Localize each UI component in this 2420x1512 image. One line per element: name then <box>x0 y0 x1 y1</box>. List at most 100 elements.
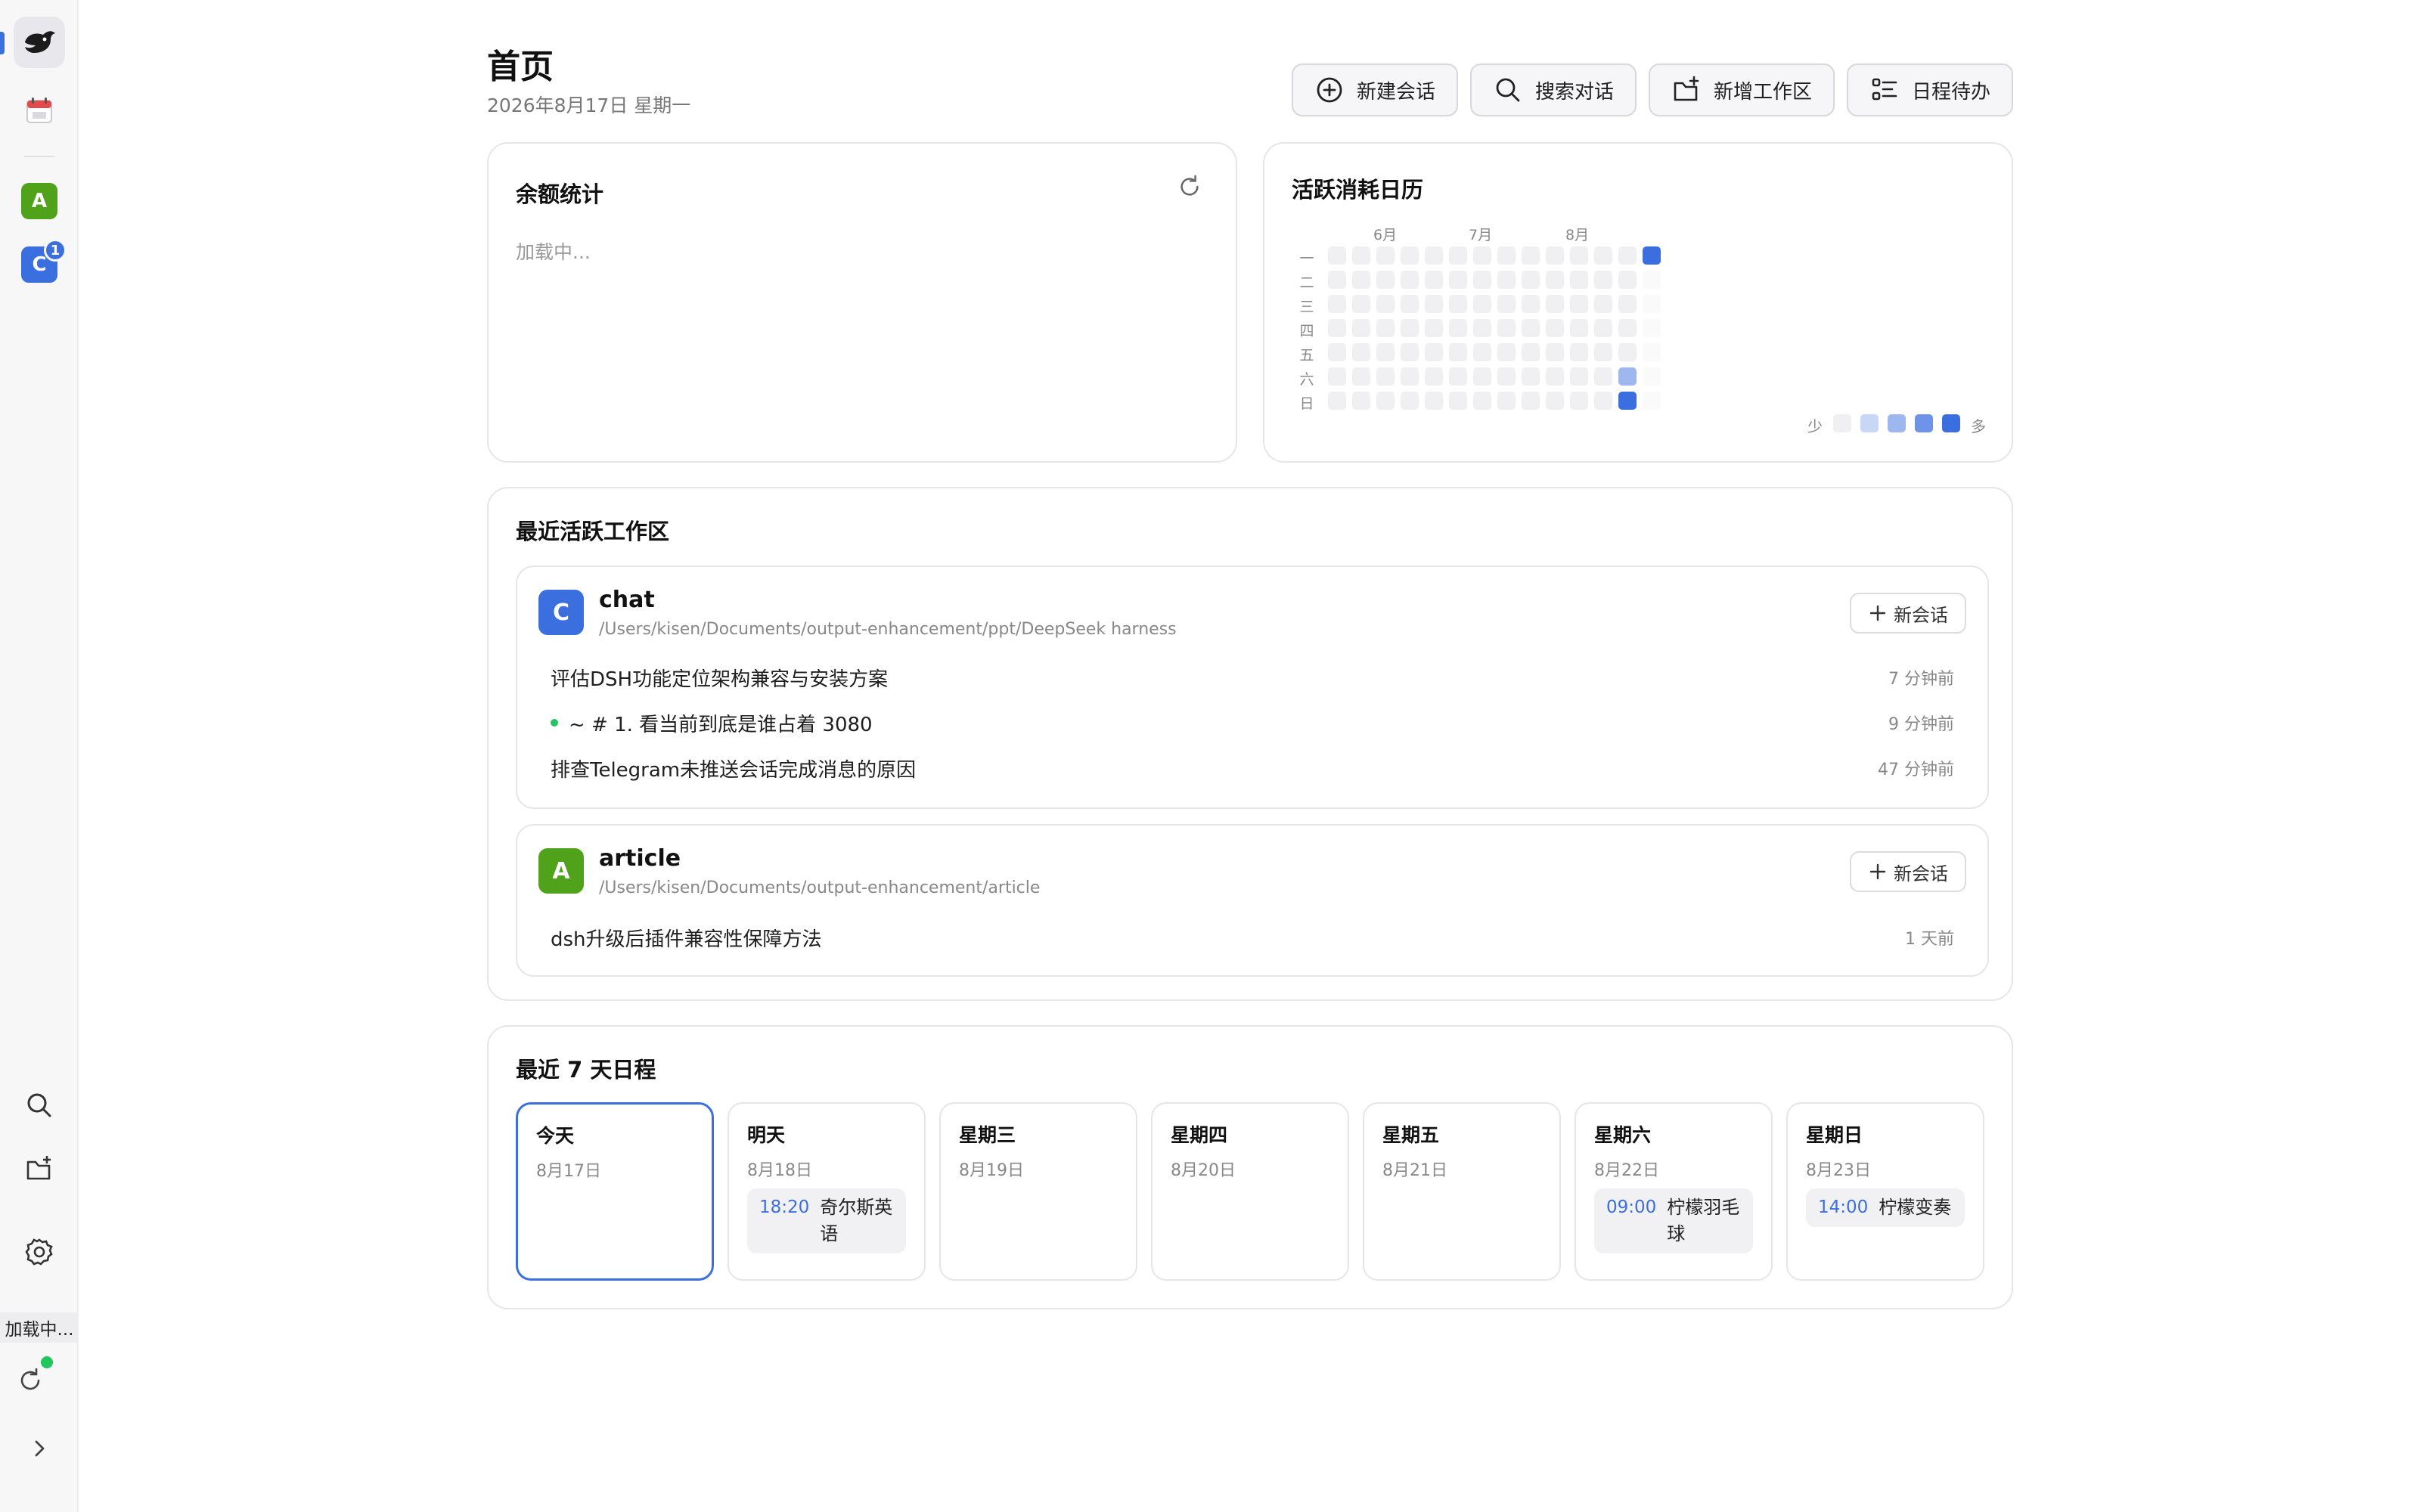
heatmap-cell <box>1401 246 1419 265</box>
heatmap-cell <box>1594 319 1612 337</box>
heatmap-cell <box>1473 246 1491 265</box>
heatmap-cell <box>1618 367 1637 386</box>
heatmap-cell <box>1522 343 1540 361</box>
folder-plus-icon <box>26 1156 51 1180</box>
day-name: 星期六 <box>1594 1124 1652 1146</box>
session-item[interactable]: ~ # 1. 看当前到底是谁占着 3080 9 分钟前 <box>551 708 1954 738</box>
new-session-button[interactable]: 新会话 <box>1850 851 1966 892</box>
heatmap-cell <box>1425 246 1443 265</box>
workspace-card-chat[interactable]: C chat /Users/kisen/Documents/output-enh… <box>516 565 1989 809</box>
schedule-event[interactable]: 09:00 柠檬羽毛球 <box>1594 1188 1753 1253</box>
heatmap-cell <box>1328 343 1346 361</box>
heatmap-cell <box>1425 295 1443 313</box>
sidebar-expand-button[interactable] <box>14 1423 65 1474</box>
heatmap-cell <box>1497 295 1516 313</box>
sidebar: A C 1 加载中... <box>0 0 79 1512</box>
session-title-wrap: ~ # 1. 看当前到底是谁占着 3080 <box>551 709 873 737</box>
folder-plus-icon <box>1674 76 1699 101</box>
schedule-todo-label: 日程待办 <box>1911 80 1990 104</box>
sidebar-new-workspace-button[interactable] <box>14 1143 65 1194</box>
session-time: 47 分钟前 <box>1878 761 1954 779</box>
heatmap-cell <box>1376 392 1395 410</box>
heatmap-cell <box>1352 295 1370 313</box>
heatmap-cell <box>1546 392 1564 410</box>
day-card-tomorrow[interactable]: 明天 8月18日 18:20 奇尔斯英语 <box>728 1102 926 1281</box>
plus-icon <box>1869 863 1886 880</box>
event-title: 奇尔斯英语 <box>820 1197 893 1244</box>
sidebar-settings-button[interactable] <box>14 1226 65 1278</box>
heatmap-cell <box>1570 319 1588 337</box>
sidebar-search-button[interactable] <box>14 1080 65 1131</box>
day-date: 8月17日 <box>536 1162 601 1181</box>
day-date: 8月22日 <box>1594 1161 1659 1180</box>
session-item[interactable]: 评估DSH功能定位架构兼容与安装方案 7 分钟前 <box>551 662 1954 692</box>
heatmap-cell <box>1497 319 1516 337</box>
session-time: 9 分钟前 <box>1888 715 1954 734</box>
heatmap-cell <box>1376 367 1395 386</box>
heatmap-cell <box>1376 246 1395 265</box>
balance-loading-text: 加载中... <box>516 241 591 263</box>
refresh-icon[interactable] <box>1177 174 1202 200</box>
balance-title: 余额统计 <box>516 181 604 207</box>
day-card-sunday[interactable]: 星期日 8月23日 14:00 柠檬变奏 <box>1786 1102 1984 1281</box>
session-item[interactable]: dsh升级后插件兼容性保障方法 1 天前 <box>551 922 1954 953</box>
day-card-today[interactable]: 今天 8月17日 <box>516 1102 714 1281</box>
workspace-avatar: A <box>21 183 57 219</box>
schedule-event[interactable]: 18:20 奇尔斯英语 <box>747 1188 906 1253</box>
session-time: 7 分钟前 <box>1888 670 1954 689</box>
heatmap-cell <box>1618 295 1637 313</box>
heatmap-cell <box>1522 246 1540 265</box>
schedule-event[interactable]: 14:00 柠檬变奏 <box>1806 1188 1965 1227</box>
legend-more: 多 <box>1971 417 1986 435</box>
calendar-nav-button[interactable] <box>14 85 65 136</box>
heatmap-cell <box>1643 295 1661 313</box>
day-card-wednesday[interactable]: 星期三 8月19日 <box>939 1102 1137 1281</box>
heatmap-cell <box>1449 295 1467 313</box>
legend-less: 少 <box>1807 417 1823 435</box>
heatmap-cell <box>1497 367 1516 386</box>
heatmap-cell <box>1594 271 1612 289</box>
heatmap-cell <box>1546 343 1564 361</box>
day-name: 星期日 <box>1806 1124 1863 1146</box>
day-name: 今天 <box>536 1125 575 1147</box>
sidebar-workspace-c[interactable]: C 1 <box>14 239 67 290</box>
day-card-friday[interactable]: 星期五 8月21日 <box>1363 1102 1561 1281</box>
event-title: 柠檬羽毛球 <box>1667 1197 1740 1244</box>
active-indicator <box>0 32 5 54</box>
heatmap-cell <box>1376 295 1395 313</box>
sidebar-workspace-a[interactable]: A <box>14 175 65 227</box>
day-name: 明天 <box>747 1124 786 1146</box>
search-chat-button[interactable]: 搜索对话 <box>1469 64 1637 116</box>
heatmap-cell <box>1401 367 1419 386</box>
schedule-todo-button[interactable]: 日程待办 <box>1846 64 2013 116</box>
heatmap-cell <box>1352 319 1370 337</box>
app-logo-button[interactable] <box>14 17 65 68</box>
heatmap-cell <box>1570 367 1588 386</box>
month-label: 8月 <box>1565 227 1590 243</box>
session-title: dsh升级后插件兼容性保障方法 <box>551 928 822 951</box>
workspace-card-article[interactable]: A article /Users/kisen/Documents/output-… <box>516 824 1989 977</box>
workspace-avatar: A <box>538 848 584 894</box>
new-chat-button[interactable]: 新建会话 <box>1291 64 1458 116</box>
new-workspace-button[interactable]: 新增工作区 <box>1648 64 1835 116</box>
heatmap-cell <box>1401 319 1419 337</box>
activity-heatmap-card: 活跃消耗日历 6月 7月 8月 一 二 三 四 五 六 日 少 多 <box>1263 142 2013 463</box>
month-label: 7月 <box>1469 227 1493 243</box>
heatmap-cell <box>1449 392 1467 410</box>
whale-logo-icon <box>25 31 55 53</box>
day-name: 星期四 <box>1171 1124 1228 1146</box>
day-card-saturday[interactable]: 星期六 8月22日 09:00 柠檬羽毛球 <box>1575 1102 1773 1281</box>
day-card-thursday[interactable]: 星期四 8月20日 <box>1151 1102 1349 1281</box>
session-item[interactable]: 排查Telegram未推送会话完成消息的原因 47 分钟前 <box>551 753 1954 783</box>
page-date: 2026年8月17日 星期一 <box>487 94 691 116</box>
heatmap-cell <box>1473 271 1491 289</box>
heatmap-cell <box>1594 343 1612 361</box>
heatmap-cell <box>1618 319 1637 337</box>
heatmap-cell <box>1425 392 1443 410</box>
new-session-button[interactable]: 新会话 <box>1850 593 1966 634</box>
day-date: 8月19日 <box>959 1161 1024 1180</box>
connection-status-dot <box>41 1356 53 1368</box>
heatmap-cell <box>1401 343 1419 361</box>
workspace-avatar-letter: C <box>32 253 47 276</box>
heatmap-cell <box>1546 295 1564 313</box>
